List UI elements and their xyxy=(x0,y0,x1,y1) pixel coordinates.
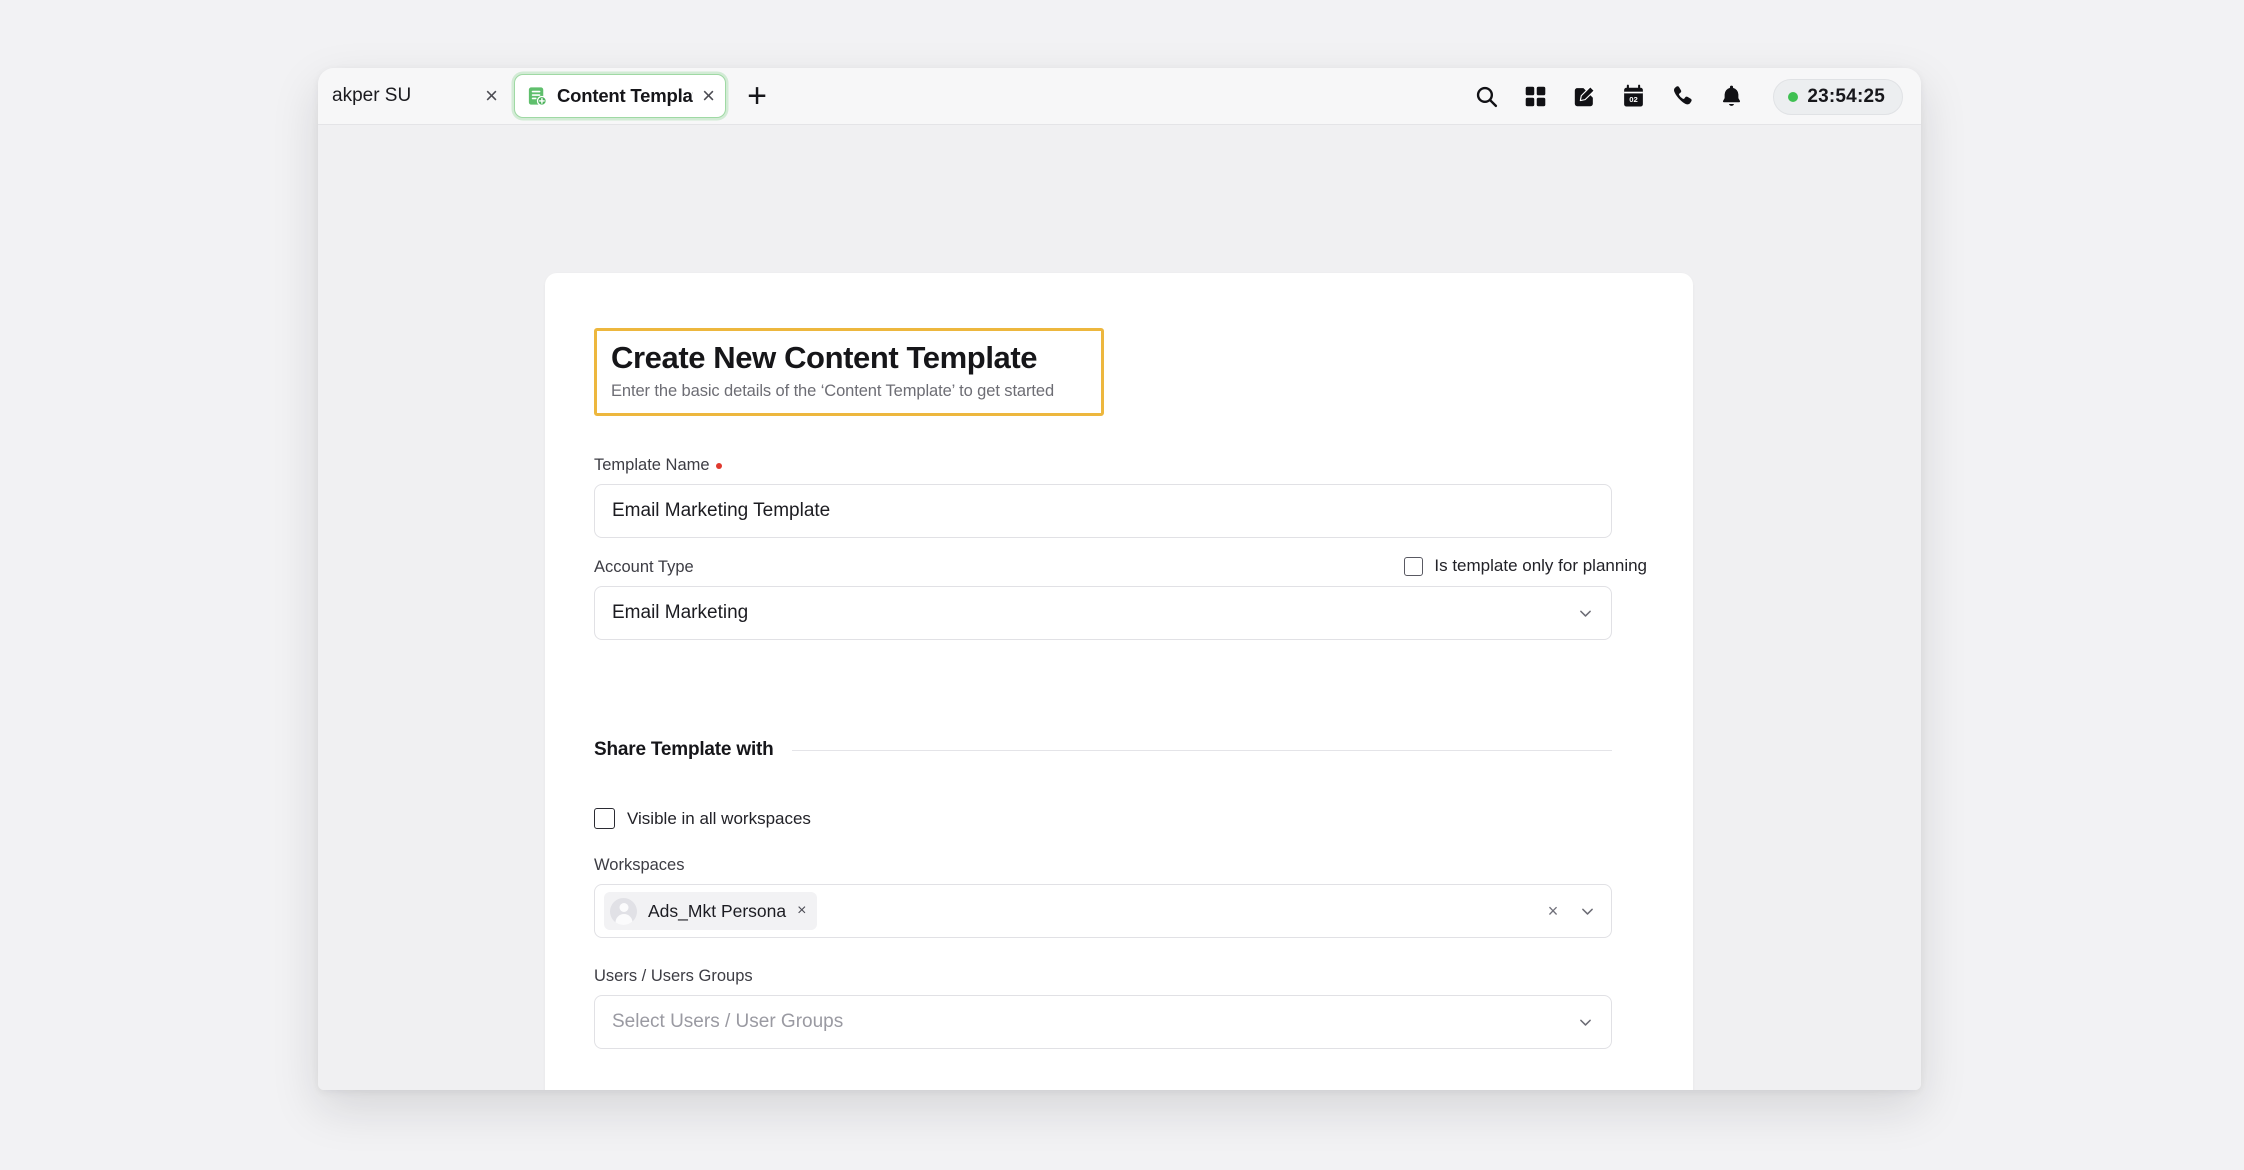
template-name-value: Email Marketing Template xyxy=(612,500,831,521)
field-template-name: Template Name Email Marketing Template xyxy=(594,456,1612,538)
browser-tab-active[interactable]: Content Template Build × xyxy=(514,74,726,118)
template-name-label: Template Name xyxy=(594,456,1612,475)
chevron-down-icon[interactable] xyxy=(1575,603,1595,623)
visible-all-workspaces-label: Visible in all workspaces xyxy=(627,808,811,828)
clear-selection-icon[interactable]: × xyxy=(1543,901,1563,921)
template-name-input[interactable]: Email Marketing Template xyxy=(594,484,1612,538)
bell-notification-icon[interactable] xyxy=(1716,82,1746,112)
visible-all-workspaces-row[interactable]: Visible in all workspaces xyxy=(594,808,1612,829)
content-template-icon xyxy=(525,84,550,109)
chevron-down-icon[interactable] xyxy=(1577,901,1597,921)
share-heading: Share Template with xyxy=(594,739,774,760)
search-icon[interactable] xyxy=(1471,82,1501,112)
planning-only-checkbox-row[interactable]: Is template only for planning xyxy=(1404,556,1647,576)
required-indicator-icon xyxy=(715,462,722,469)
content-card: Create New Content Template Enter the ba… xyxy=(545,273,1693,1090)
visible-all-workspaces-checkbox[interactable] xyxy=(594,808,615,829)
workspace-chip[interactable]: Ads_Mkt Persona × xyxy=(604,892,818,930)
planning-only-label: Is template only for planning xyxy=(1434,556,1647,575)
share-heading-row: Share Template with xyxy=(594,739,1612,761)
apps-grid-icon[interactable] xyxy=(1520,82,1550,112)
workspace-chip-label: Ads_Mkt Persona xyxy=(648,900,787,921)
users-groups-placeholder: Select Users / User Groups xyxy=(612,1011,844,1032)
avatar xyxy=(610,897,637,925)
calendar-icon[interactable]: 02 xyxy=(1618,82,1648,112)
tab-title: akper SU xyxy=(332,85,412,106)
users-groups-label: Users / Users Groups xyxy=(594,967,1612,986)
account-type-select[interactable]: Email Marketing xyxy=(594,586,1612,640)
page-body: Create New Content Template Enter the ba… xyxy=(318,125,1921,1090)
section-divider xyxy=(791,749,1612,751)
compose-edit-icon[interactable] xyxy=(1569,82,1599,112)
label-text: Account Type xyxy=(594,558,694,576)
label-text: Template Name xyxy=(594,456,710,474)
page-title: Create New Content Template xyxy=(611,340,1038,375)
browser-window: akper SU × Content Template Build × + xyxy=(318,68,1921,1090)
browser-tab-inactive[interactable]: akper SU × xyxy=(318,74,510,118)
svg-text:02: 02 xyxy=(1629,95,1638,104)
users-groups-select[interactable]: Select Users / User Groups xyxy=(594,995,1612,1049)
chevron-down-icon[interactable] xyxy=(1575,1012,1595,1032)
page-subtitle: Enter the basic details of the ‘Content … xyxy=(611,381,1055,400)
close-icon[interactable]: × xyxy=(483,85,500,107)
label-text: Workspaces xyxy=(594,856,685,874)
tab-strip: akper SU × Content Template Build × + xyxy=(318,68,1921,125)
account-type-value: Email Marketing xyxy=(612,602,749,623)
workspaces-label: Workspaces xyxy=(594,856,1612,875)
new-tab-button[interactable]: + xyxy=(740,79,774,113)
phone-icon[interactable] xyxy=(1667,82,1697,112)
remove-chip-icon[interactable]: × xyxy=(797,903,806,919)
planning-only-checkbox[interactable] xyxy=(1404,556,1424,576)
workspaces-multiselect[interactable]: Ads_Mkt Persona × × xyxy=(594,884,1612,938)
page-header-highlight: Create New Content Template Enter the ba… xyxy=(594,328,1104,416)
field-users-groups: Users / Users Groups Select Users / User… xyxy=(594,967,1612,1049)
share-template-section: Share Template with Visible in all works… xyxy=(594,739,1612,1049)
label-text: Users / Users Groups xyxy=(594,967,753,985)
online-status-dot xyxy=(1788,91,1799,102)
toolbar-actions: 02 23:54:25 xyxy=(1471,68,1903,125)
status-clock-badge: 23:54:25 xyxy=(1773,78,1903,115)
tab-title: Content Template Build xyxy=(557,85,693,106)
field-workspaces: Workspaces Ads_Mkt Persona × × xyxy=(594,856,1612,938)
clock-time: 23:54:25 xyxy=(1807,85,1885,107)
close-icon[interactable]: × xyxy=(700,85,717,107)
